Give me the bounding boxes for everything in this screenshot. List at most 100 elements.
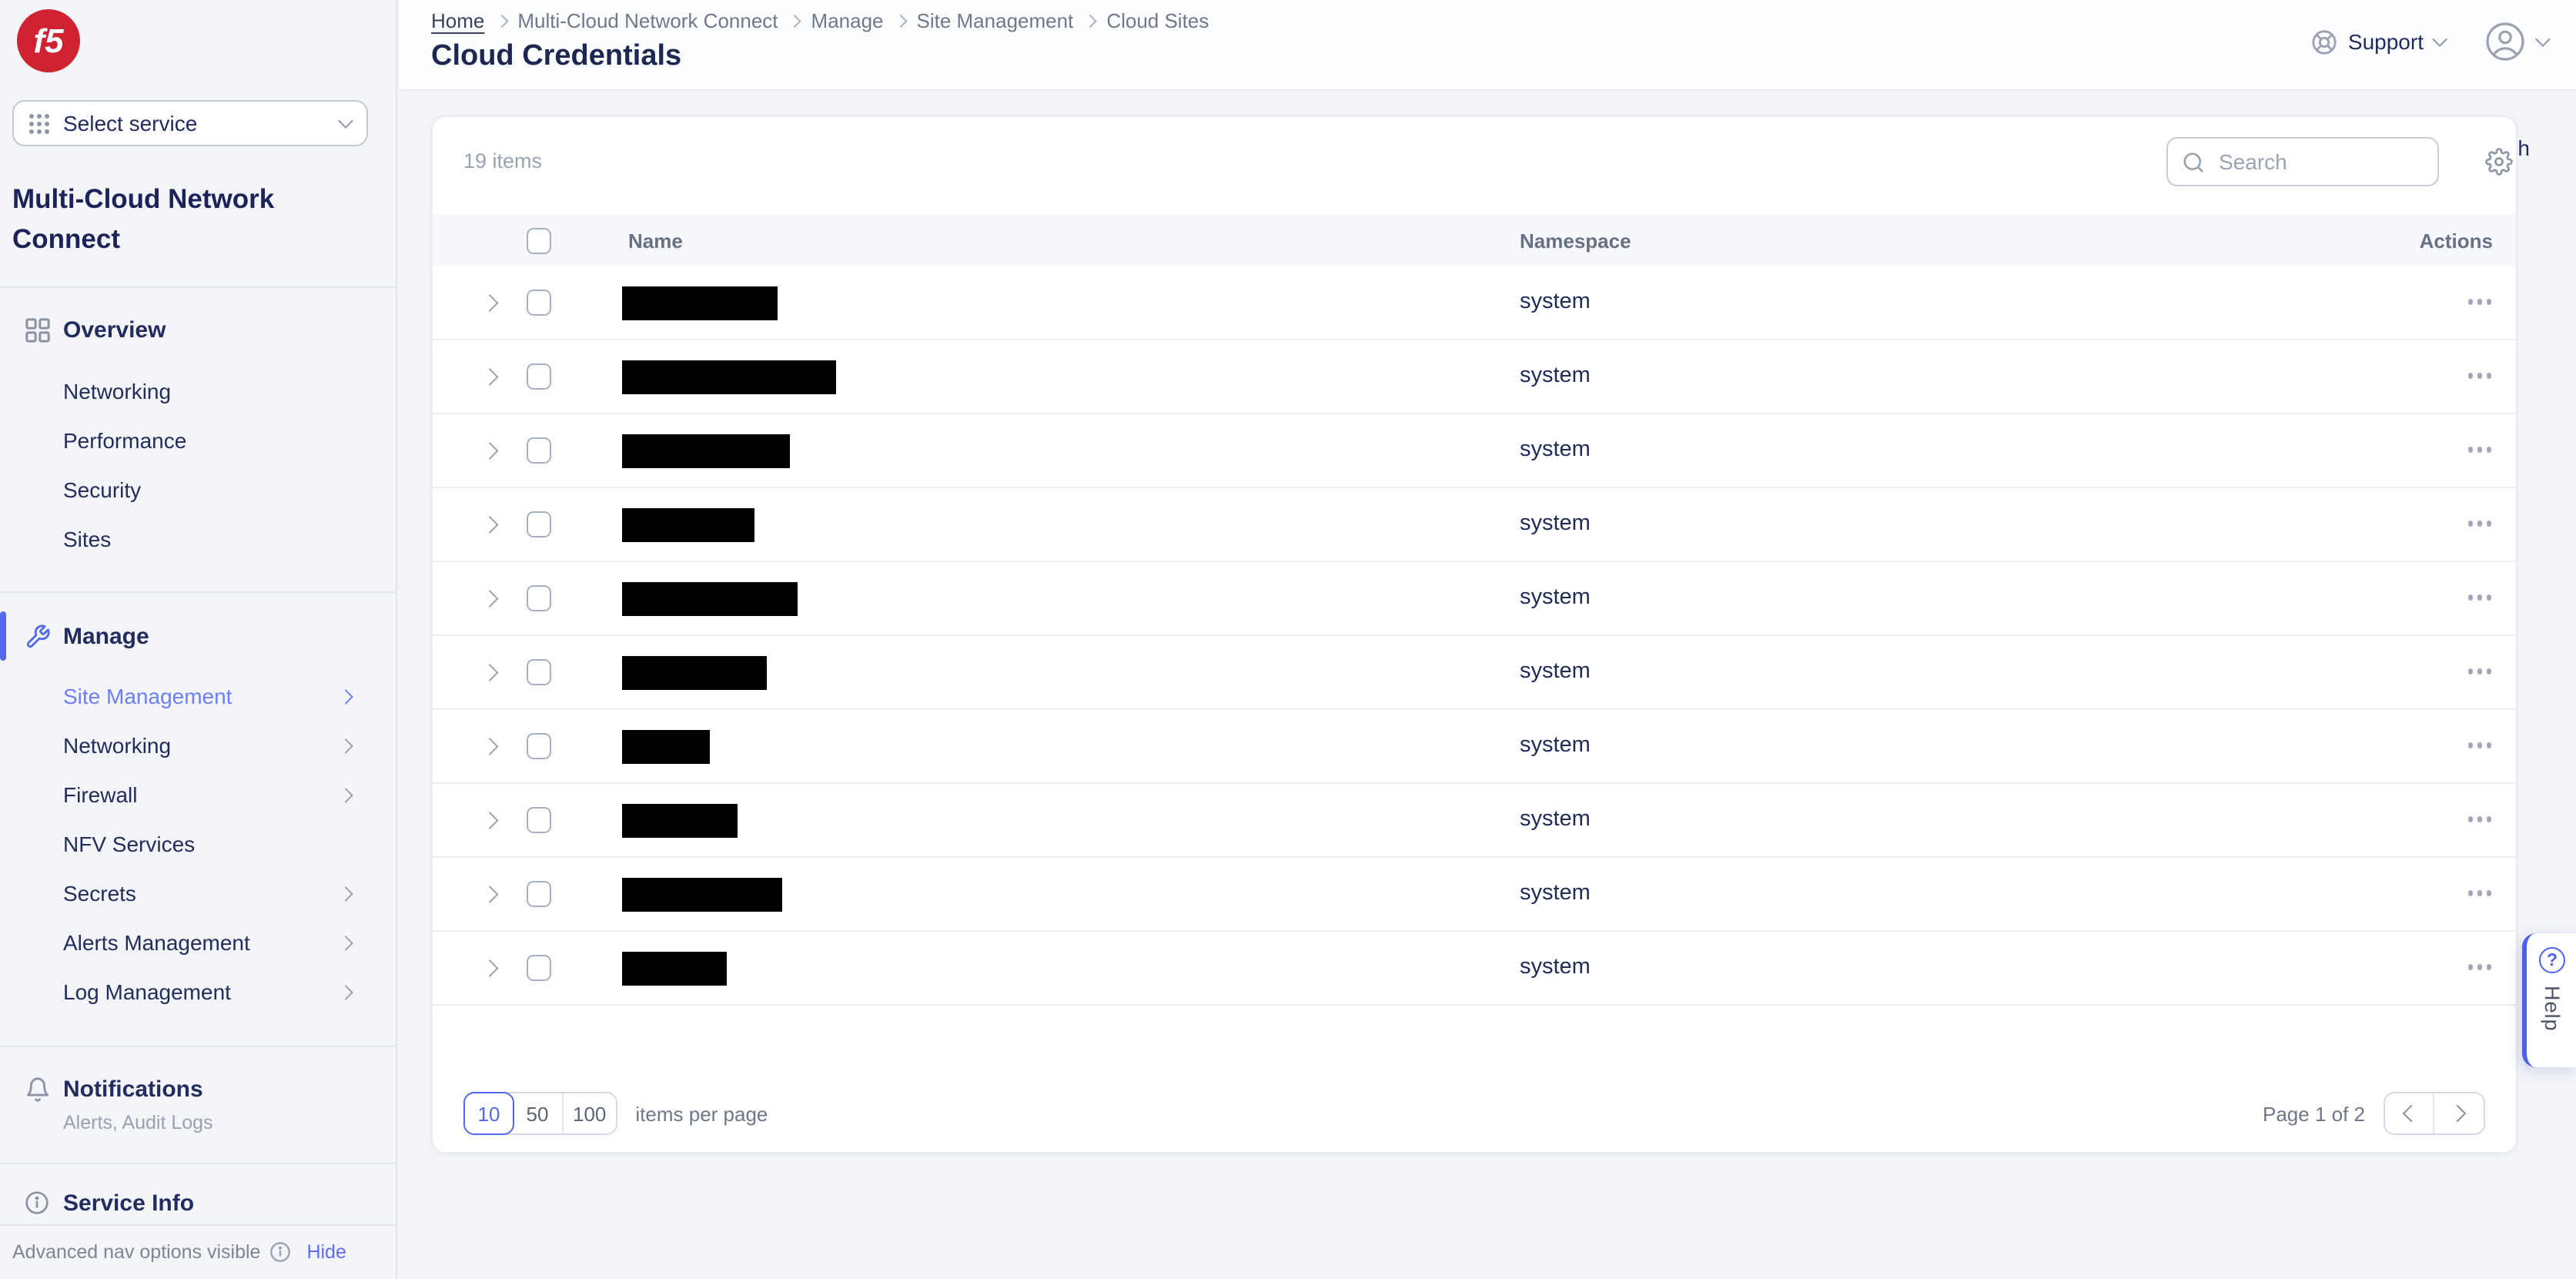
- row-actions-menu-button[interactable]: [2467, 816, 2491, 822]
- sidebar-subitem-log-management[interactable]: Log Management: [0, 970, 396, 1013]
- sidebar-subitem-sites[interactable]: Sites: [0, 517, 396, 561]
- row-expander-button[interactable]: [477, 513, 502, 537]
- select-all-checkbox[interactable]: [527, 227, 551, 253]
- row-expander-button[interactable]: [477, 956, 502, 981]
- sidebar-subitem-secrets[interactable]: Secrets: [0, 872, 396, 915]
- credentials-table-card: 19 items Name Namespace Actions syste: [431, 116, 2517, 1153]
- row-checkbox[interactable]: [527, 881, 551, 907]
- apps-grid-icon: [29, 113, 49, 133]
- chevron-right-icon: [338, 787, 353, 802]
- info-icon: [269, 1241, 291, 1263]
- row-actions-menu-button[interactable]: [2467, 594, 2491, 600]
- items-per-page-label: items per page: [635, 1102, 768, 1125]
- row-actions-menu-button[interactable]: [2467, 890, 2491, 896]
- sidebar-item-label: Manage: [63, 623, 149, 649]
- service-selector[interactable]: Select service: [12, 100, 368, 146]
- row-checkbox[interactable]: [527, 290, 551, 316]
- chevron-right-icon: [481, 591, 497, 607]
- row-checkbox[interactable]: [527, 733, 551, 759]
- row-checkbox[interactable]: [527, 363, 551, 390]
- table-row: system: [433, 562, 2516, 636]
- namespace-value: system: [1520, 881, 1591, 906]
- app-root: f5 Select service Multi-Cloud Network Co…: [0, 0, 2576, 1279]
- row-actions-menu-button[interactable]: [2467, 447, 2491, 452]
- next-page-button[interactable]: [2434, 1093, 2484, 1133]
- row-checkbox[interactable]: [527, 955, 551, 981]
- header-right: Support: [2311, 22, 2548, 62]
- sidebar-item-manage[interactable]: Manage: [0, 614, 396, 658]
- sidebar-item-label: Service Info: [63, 1190, 194, 1216]
- chevron-right-icon: [481, 295, 497, 311]
- sidebar-subitem-label: Sites: [63, 527, 111, 551]
- sidebar-subitem-security[interactable]: Security: [0, 468, 396, 511]
- breadcrumb-item[interactable]: Home: [431, 9, 484, 32]
- info-icon: [23, 1189, 51, 1217]
- chevron-right-icon: [338, 688, 353, 704]
- row-actions-menu-button[interactable]: [2467, 742, 2491, 748]
- page-nav-buttons: [2384, 1092, 2485, 1135]
- advanced-nav-text: Advanced nav options visible: [12, 1241, 260, 1263]
- f5-logo-text: f5: [33, 21, 63, 61]
- sidebar-subitem-firewall[interactable]: Firewall: [0, 773, 396, 816]
- chevron-right-icon: [2448, 1105, 2466, 1123]
- breadcrumb-item[interactable]: Multi-Cloud Network Connect: [517, 9, 778, 32]
- chevron-right-icon: [481, 517, 497, 533]
- sidebar-item-overview[interactable]: Overview: [0, 308, 396, 351]
- breadcrumb-item[interactable]: Manage: [811, 9, 884, 32]
- support-menu[interactable]: Support: [2311, 28, 2445, 55]
- sidebar-item-service-info[interactable]: Service Info: [0, 1181, 396, 1224]
- sidebar-subitem-nfv-services[interactable]: NFV Services: [0, 822, 396, 866]
- redacted-name-value: [622, 582, 798, 616]
- namespace-value: system: [1520, 363, 1591, 388]
- row-expander-button[interactable]: [477, 291, 502, 316]
- breadcrumb-item[interactable]: Cloud Sites: [1106, 9, 1209, 32]
- table-row: system: [433, 414, 2516, 488]
- sidebar-subitem-networking[interactable]: Networking: [0, 370, 396, 413]
- sidebar-subitem-performance[interactable]: Performance: [0, 419, 396, 462]
- row-checkbox[interactable]: [527, 807, 551, 833]
- sidebar-subitem-alerts-management[interactable]: Alerts Management: [0, 921, 396, 964]
- per-page-segments: 1050100: [463, 1092, 617, 1135]
- breadcrumb-item[interactable]: Site Management: [917, 9, 1074, 32]
- breadcrumb: Home Multi-Cloud Network Connect Manage Sit…: [431, 9, 1209, 32]
- sidebar-subitem-networking[interactable]: Networking: [0, 724, 396, 767]
- per-page-option-50[interactable]: 50: [513, 1093, 564, 1133]
- per-page-option-10[interactable]: 10: [463, 1092, 514, 1135]
- per-page-option-100[interactable]: 100: [564, 1093, 615, 1133]
- f5-logo[interactable]: f5: [17, 9, 80, 72]
- row-expander-button[interactable]: [477, 587, 502, 611]
- sidebar-subitem-label: Site Management: [63, 684, 232, 708]
- grid-icon: [23, 316, 51, 343]
- row-expander-button[interactable]: [477, 661, 502, 685]
- account-menu[interactable]: [2485, 22, 2548, 62]
- hide-link[interactable]: Hide: [306, 1241, 346, 1263]
- row-checkbox[interactable]: [527, 511, 551, 537]
- bell-icon: [23, 1075, 51, 1103]
- service-selector-label: Select service: [63, 111, 326, 136]
- chevron-right-icon: [481, 443, 497, 459]
- row-expander-button[interactable]: [477, 439, 502, 464]
- row-expander-button[interactable]: [477, 735, 502, 759]
- table-row: system: [433, 784, 2516, 858]
- row-actions-menu-button[interactable]: [2467, 373, 2491, 378]
- search-input[interactable]: [2216, 148, 2424, 176]
- table-row: system: [433, 932, 2516, 1006]
- sidebar-subitem-label: Secrets: [63, 881, 136, 906]
- sidebar-subitem-site-management[interactable]: Site Management: [0, 675, 396, 718]
- table-settings-button[interactable]: [2485, 148, 2513, 183]
- row-checkbox[interactable]: [527, 659, 551, 685]
- chevron-right-icon: [338, 935, 353, 950]
- prev-page-button[interactable]: [2385, 1093, 2434, 1133]
- row-expander-button[interactable]: [477, 365, 502, 390]
- row-checkbox[interactable]: [527, 437, 551, 464]
- row-checkbox[interactable]: [527, 585, 551, 611]
- row-expander-button[interactable]: [477, 809, 502, 833]
- row-actions-menu-button[interactable]: [2467, 299, 2491, 304]
- help-tab[interactable]: ? Help: [2522, 933, 2576, 1067]
- namespace-value: system: [1520, 511, 1591, 536]
- row-actions-menu-button[interactable]: [2467, 521, 2491, 526]
- row-actions-menu-button[interactable]: [2467, 668, 2491, 674]
- row-expander-button[interactable]: [477, 882, 502, 907]
- row-actions-menu-button[interactable]: [2467, 964, 2491, 969]
- sidebar-item-notifications[interactable]: Notifications: [0, 1067, 396, 1110]
